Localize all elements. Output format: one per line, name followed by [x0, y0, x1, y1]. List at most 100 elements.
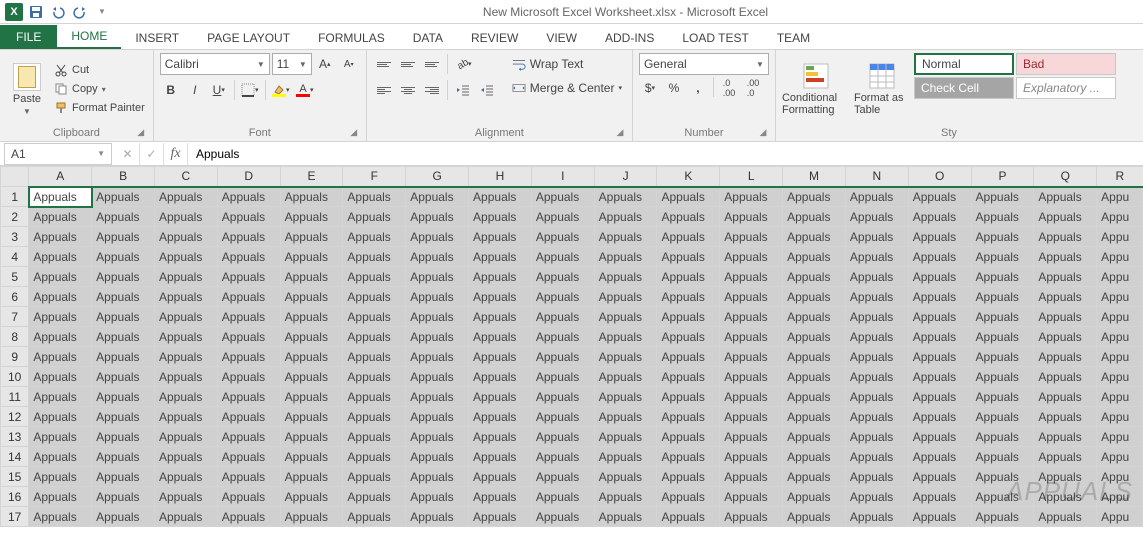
cell[interactable]: Appuals — [406, 327, 469, 347]
cell[interactable]: Appu — [1097, 267, 1143, 287]
cell[interactable]: Appuals — [1034, 407, 1097, 427]
row-header[interactable]: 6 — [1, 287, 29, 307]
cell[interactable]: Appuals — [154, 287, 217, 307]
cell[interactable]: Appuals — [29, 367, 92, 387]
cell[interactable]: Appuals — [469, 387, 532, 407]
cell[interactable]: Appuals — [594, 367, 657, 387]
cell[interactable]: Appuals — [531, 247, 594, 267]
cell[interactable]: Appuals — [845, 487, 908, 507]
cell[interactable]: Appuals — [720, 267, 783, 287]
cell[interactable]: Appuals — [154, 267, 217, 287]
cell[interactable]: Appuals — [154, 307, 217, 327]
cell[interactable]: Appuals — [280, 227, 343, 247]
cell[interactable]: Appuals — [1034, 467, 1097, 487]
row-header[interactable]: 15 — [1, 467, 29, 487]
cell[interactable]: Appuals — [217, 427, 280, 447]
cell[interactable]: Appuals — [531, 387, 594, 407]
cell[interactable]: Appuals — [154, 367, 217, 387]
cell[interactable]: Appuals — [531, 327, 594, 347]
row-header[interactable]: 8 — [1, 327, 29, 347]
cell[interactable]: Appuals — [908, 387, 971, 407]
cell[interactable]: Appuals — [594, 187, 657, 207]
cell[interactable]: Appuals — [845, 427, 908, 447]
cell[interactable]: Appuals — [29, 267, 92, 287]
cell[interactable]: Appuals — [657, 387, 720, 407]
cell[interactable]: Appuals — [154, 467, 217, 487]
cell[interactable]: Appuals — [971, 227, 1034, 247]
cell[interactable]: Appuals — [92, 327, 155, 347]
cell[interactable]: Appuals — [531, 407, 594, 427]
cell[interactable]: Appuals — [217, 307, 280, 327]
cell[interactable]: Appuals — [154, 247, 217, 267]
cell[interactable]: Appuals — [469, 447, 532, 467]
cell[interactable]: Appuals — [29, 407, 92, 427]
cell[interactable]: Appuals — [908, 507, 971, 527]
decrease-font-icon[interactable]: A▾ — [338, 53, 360, 75]
cell[interactable]: Appuals — [971, 367, 1034, 387]
cell[interactable]: Appuals — [845, 267, 908, 287]
cell[interactable]: Appuals — [29, 347, 92, 367]
row-header[interactable]: 5 — [1, 267, 29, 287]
cell[interactable]: Appuals — [720, 507, 783, 527]
cell[interactable]: Appuals — [29, 387, 92, 407]
cell[interactable]: Appuals — [343, 347, 406, 367]
cell[interactable]: Appuals — [154, 427, 217, 447]
cell[interactable]: Appuals — [469, 307, 532, 327]
cell[interactable]: Appuals — [720, 287, 783, 307]
align-top-icon[interactable] — [373, 53, 395, 75]
cell[interactable]: Appuals — [531, 187, 594, 207]
cell[interactable]: Appuals — [971, 267, 1034, 287]
tab-team[interactable]: TEAM — [763, 27, 824, 49]
cell[interactable]: Appuals — [657, 427, 720, 447]
cell[interactable]: Appuals — [343, 247, 406, 267]
cell[interactable]: Appuals — [657, 487, 720, 507]
decrease-indent-icon[interactable] — [452, 79, 474, 101]
column-header[interactable]: F — [343, 167, 406, 187]
cell[interactable]: Appuals — [657, 347, 720, 367]
cell[interactable]: Appuals — [217, 367, 280, 387]
cell[interactable]: Appuals — [783, 367, 846, 387]
increase-decimal-button[interactable]: .0.00 — [718, 77, 740, 99]
bold-button[interactable]: B — [160, 79, 182, 101]
cell[interactable]: Appuals — [531, 367, 594, 387]
cell[interactable]: Appuals — [280, 447, 343, 467]
cell[interactable]: Appuals — [531, 207, 594, 227]
font-color-button[interactable]: A ▾ — [294, 79, 316, 101]
cell[interactable]: Appuals — [594, 507, 657, 527]
cell[interactable]: Appuals — [1034, 287, 1097, 307]
cell[interactable]: Appuals — [971, 387, 1034, 407]
cell[interactable]: Appuals — [469, 487, 532, 507]
cell[interactable]: Appuals — [280, 347, 343, 367]
cell[interactable]: Appuals — [92, 267, 155, 287]
column-header[interactable]: G — [406, 167, 469, 187]
align-left-icon[interactable] — [373, 79, 395, 101]
cell[interactable]: Appuals — [92, 427, 155, 447]
cell[interactable]: Appuals — [29, 427, 92, 447]
cell[interactable]: Appuals — [469, 427, 532, 447]
cell[interactable]: Appuals — [406, 227, 469, 247]
cell[interactable]: Appuals — [1034, 387, 1097, 407]
cell[interactable]: Appuals — [783, 407, 846, 427]
cell[interactable]: Appuals — [783, 307, 846, 327]
cell[interactable]: Appuals — [845, 347, 908, 367]
column-header[interactable]: O — [908, 167, 971, 187]
cell[interactable]: Appuals — [343, 187, 406, 207]
borders-button[interactable]: ▾ — [239, 79, 261, 101]
cell[interactable]: Appuals — [1034, 187, 1097, 207]
cell[interactable]: Appuals — [971, 427, 1034, 447]
align-bottom-icon[interactable] — [421, 53, 443, 75]
cell[interactable]: Appuals — [1034, 507, 1097, 527]
wrap-text-button[interactable]: Wrap Text — [508, 53, 626, 75]
cell[interactable]: Appuals — [92, 387, 155, 407]
cell[interactable]: Appuals — [217, 467, 280, 487]
tab-formulas[interactable]: FORMULAS — [304, 27, 399, 49]
cell[interactable]: Appuals — [783, 287, 846, 307]
cell[interactable]: Appuals — [531, 287, 594, 307]
cell[interactable]: Appuals — [154, 347, 217, 367]
cell[interactable]: Appuals — [845, 367, 908, 387]
cell[interactable]: Appuals — [217, 327, 280, 347]
comma-format-button[interactable]: , — [687, 77, 709, 99]
underline-button[interactable]: U▾ — [208, 79, 230, 101]
cell[interactable]: Appuals — [594, 407, 657, 427]
column-header[interactable]: R — [1097, 167, 1143, 187]
